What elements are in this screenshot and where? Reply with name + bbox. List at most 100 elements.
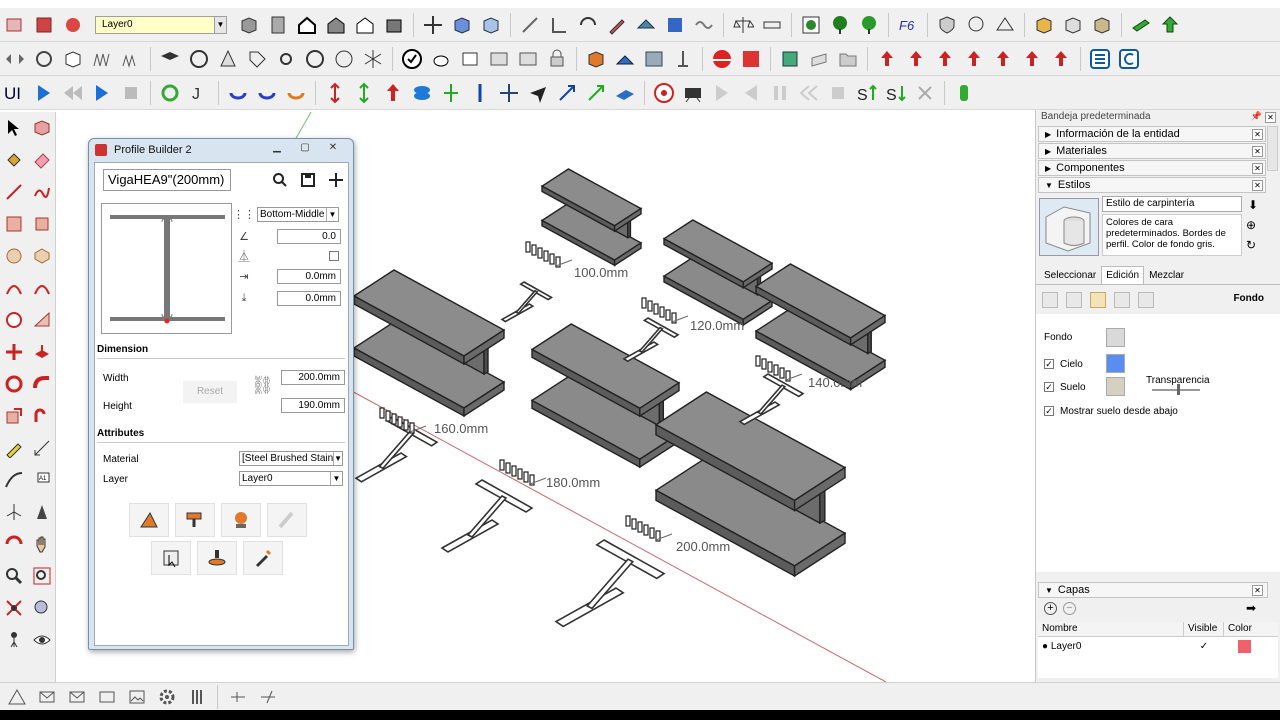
layer-visible-checkbox[interactable]: ✓ bbox=[1184, 641, 1224, 652]
loop-icon[interactable] bbox=[225, 80, 251, 106]
watermark-settings-icon[interactable] bbox=[1114, 292, 1130, 308]
refresh-icon[interactable] bbox=[157, 80, 183, 106]
zoom-icon[interactable] bbox=[1, 563, 27, 589]
snowflake-icon[interactable] bbox=[360, 46, 386, 72]
circle-slash-icon[interactable] bbox=[186, 46, 212, 72]
extrude-icon[interactable] bbox=[583, 46, 609, 72]
panel-components[interactable]: ▶ Componentes bbox=[1038, 160, 1266, 176]
grass-icon[interactable] bbox=[118, 46, 144, 72]
move-icon[interactable] bbox=[420, 12, 446, 38]
wheel-icon[interactable] bbox=[302, 46, 328, 72]
slider-thumb[interactable] bbox=[1177, 384, 1180, 395]
suelo-checkbox[interactable]: ✓ bbox=[1044, 382, 1054, 392]
red-arrow-up-icon[interactable] bbox=[932, 46, 958, 72]
scale-tool-icon[interactable] bbox=[1, 403, 27, 429]
panel-layers[interactable]: ▼ Capas bbox=[1038, 582, 1268, 598]
diagonal-arrow-icon[interactable] bbox=[554, 80, 580, 106]
dimension-marker[interactable] bbox=[525, 241, 573, 268]
fondo-color-swatch[interactable] bbox=[1106, 328, 1125, 347]
envelope-icon[interactable] bbox=[64, 684, 90, 710]
i-beam-model[interactable] bbox=[352, 269, 506, 418]
stop-disabled-icon[interactable] bbox=[825, 80, 851, 106]
back-disabled-icon[interactable] bbox=[738, 80, 764, 106]
rotate-icon[interactable] bbox=[575, 12, 601, 38]
sphere-icon[interactable] bbox=[992, 12, 1018, 38]
image-icon[interactable] bbox=[124, 684, 150, 710]
green-vertical-arrow-icon[interactable] bbox=[351, 80, 377, 106]
maximize-icon[interactable]: ▢ bbox=[293, 141, 317, 155]
warning-icon[interactable] bbox=[4, 684, 30, 710]
sun-icon[interactable] bbox=[273, 46, 299, 72]
push-pull-tool-icon[interactable] bbox=[29, 339, 55, 365]
arc-3-icon[interactable] bbox=[29, 307, 55, 333]
panel-styles[interactable]: ▼ Estilos bbox=[1038, 177, 1266, 193]
axes-tool-icon[interactable] bbox=[1, 499, 27, 525]
profile-section[interactable] bbox=[554, 539, 666, 628]
grass-icon[interactable] bbox=[89, 46, 115, 72]
search-icon[interactable] bbox=[271, 171, 289, 189]
zoom-window-icon[interactable] bbox=[29, 563, 55, 589]
pie-icon[interactable] bbox=[1, 307, 27, 333]
rectangle-icon[interactable] bbox=[1, 211, 27, 237]
rotate-tool-icon[interactable] bbox=[1, 371, 27, 397]
dimension-icon[interactable] bbox=[29, 435, 55, 461]
col-visible[interactable]: Visible bbox=[1184, 622, 1224, 636]
c-icon[interactable] bbox=[1116, 46, 1142, 72]
materials-icon[interactable] bbox=[31, 12, 57, 38]
background-settings-icon[interactable] bbox=[1090, 292, 1106, 308]
profile-section[interactable] bbox=[440, 479, 534, 553]
diagonal-arrow-icon[interactable] bbox=[583, 80, 609, 106]
edge-settings-icon[interactable] bbox=[1042, 292, 1058, 308]
disabled-tool-button[interactable] bbox=[267, 503, 307, 537]
offset-y-field[interactable]: 0.0mm bbox=[277, 291, 341, 306]
close-icon[interactable]: ✕ bbox=[1252, 146, 1263, 157]
step-icon[interactable] bbox=[89, 80, 115, 106]
arc-icon[interactable] bbox=[1, 275, 27, 301]
s-down-icon[interactable]: S bbox=[883, 80, 909, 106]
pause-disabled-icon[interactable] bbox=[767, 80, 793, 106]
paint-icon[interactable] bbox=[60, 12, 86, 38]
mirror-checkbox[interactable] bbox=[329, 251, 339, 261]
arrows-icon[interactable] bbox=[2, 46, 28, 72]
paint-roller-button[interactable] bbox=[175, 503, 215, 537]
create-style-icon[interactable]: ⊕ bbox=[1246, 218, 1256, 232]
red-hatch-icon[interactable] bbox=[738, 46, 764, 72]
cube-icon[interactable] bbox=[236, 12, 262, 38]
camera-icon[interactable] bbox=[680, 80, 706, 106]
cross-arrows-icon[interactable] bbox=[496, 80, 522, 106]
stamp-button[interactable] bbox=[197, 541, 237, 575]
panel-entity-info[interactable]: ▶ Información de la entidad bbox=[1038, 126, 1266, 142]
teapot-icon[interactable] bbox=[428, 46, 454, 72]
protractor-icon[interactable] bbox=[1, 467, 27, 493]
rewind-disabled-icon[interactable] bbox=[796, 80, 822, 106]
components-icon[interactable] bbox=[457, 46, 483, 72]
look-around-icon[interactable] bbox=[29, 627, 55, 653]
red-arrow-up-icon[interactable] bbox=[1048, 46, 1074, 72]
pan-hand-icon[interactable] bbox=[29, 531, 55, 557]
layer-options-icon[interactable]: ➡ bbox=[1246, 601, 1256, 615]
zoom-extents-icon[interactable] bbox=[1, 595, 27, 621]
close-x-icon[interactable] bbox=[912, 80, 938, 106]
height-field[interactable]: 190.0mm bbox=[281, 398, 345, 413]
close-icon[interactable]: ✕ bbox=[1265, 112, 1276, 123]
previous-view-icon[interactable] bbox=[29, 595, 55, 621]
follow-me-icon[interactable] bbox=[29, 371, 55, 397]
save-icon[interactable] bbox=[299, 171, 317, 189]
table-row[interactable]: ● Layer0 ✓ bbox=[1038, 637, 1278, 655]
shape-icon[interactable] bbox=[633, 12, 659, 38]
solid-cube-icon[interactable] bbox=[1089, 12, 1115, 38]
tab-edit[interactable]: Edición bbox=[1101, 266, 1145, 285]
plane-icon[interactable] bbox=[525, 80, 551, 106]
pin-icon[interactable] bbox=[670, 46, 696, 72]
tree-window-icon[interactable] bbox=[798, 12, 824, 38]
move-tool-icon[interactable] bbox=[1, 339, 27, 365]
red-arrow-up-icon[interactable] bbox=[903, 46, 929, 72]
profile-section[interactable] bbox=[622, 317, 680, 363]
red-half-circle-icon[interactable] bbox=[709, 46, 735, 72]
layer-selector[interactable]: Layer0 ▼ bbox=[95, 15, 227, 34]
remove-layer-icon[interactable]: − bbox=[1063, 602, 1076, 615]
make-component-icon[interactable] bbox=[29, 115, 55, 141]
transparency-slider[interactable] bbox=[1152, 384, 1200, 395]
dsm-icon[interactable] bbox=[641, 46, 667, 72]
material-select[interactable]: [Steel Brushed Stain ▼ bbox=[239, 451, 343, 466]
